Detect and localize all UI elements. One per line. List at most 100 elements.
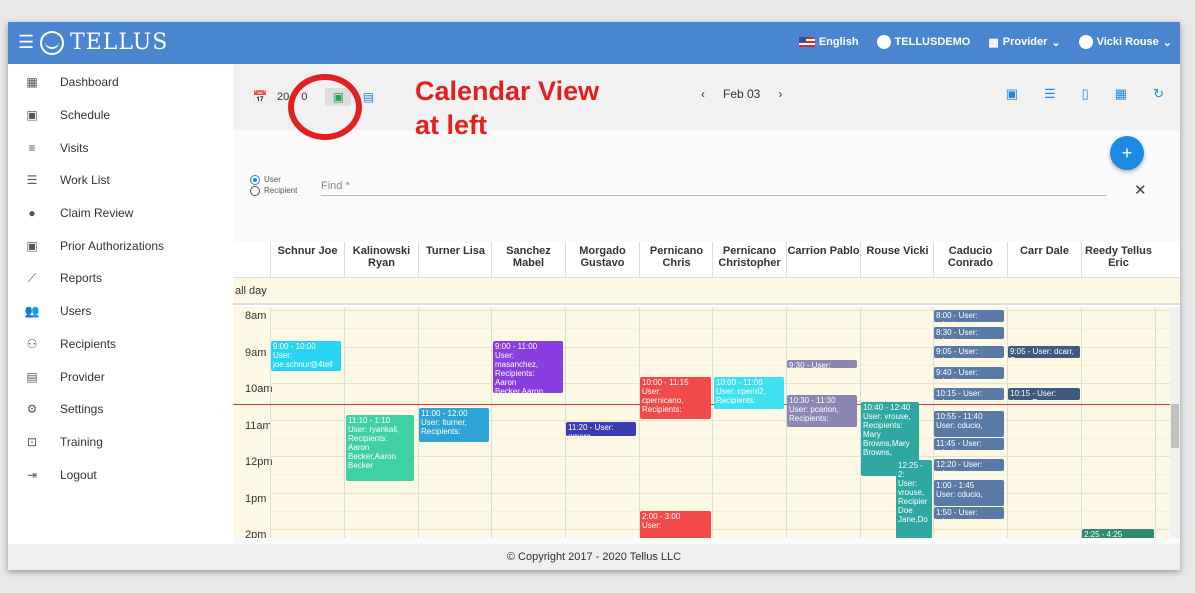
column-divider (344, 307, 345, 538)
all-day-row[interactable]: all day (233, 277, 1180, 305)
sidebar-item-schedule[interactable]: ▣ Schedule (8, 99, 233, 132)
dashboard-icon: ▦ (26, 75, 38, 90)
calendar-event[interactable]: 9:40 - User: cducio, (934, 367, 1004, 379)
calendar-event[interactable]: 9:00 - 10:00 User: joe.schnur@4tell (271, 341, 341, 371)
view-icons: ▣ ☰ ▯ ▦ ↻ (1006, 86, 1164, 102)
sidebar-item-label: Dashboard (60, 75, 119, 90)
calendar-grid: Schnur Joe Kalinowski Ryan Turner Lisa Sanc… (233, 242, 1180, 538)
scrollbar-thumb[interactable] (1171, 404, 1179, 448)
calendar-event[interactable]: 9:30 - User: pcarion (787, 360, 857, 368)
sidebar-item-label: Claim Review (60, 206, 134, 221)
find-input[interactable]: Find * (321, 180, 1106, 196)
calendar-event[interactable]: 8:00 - User: cducio, (934, 310, 1004, 322)
calendar-event[interactable]: 10:55 - 11:40 User: cducio, (934, 411, 1004, 437)
all-day-label: all day (235, 285, 267, 297)
column-divider (1007, 307, 1008, 538)
language-selector[interactable]: English (798, 36, 859, 48)
day-view-icon[interactable]: ▣ (1006, 86, 1018, 102)
month-view-icon[interactable]: ▦ (1115, 86, 1127, 102)
calendar-event[interactable]: 11:10 - 1:10 User: ryankali, Recipients:… (346, 415, 414, 481)
sidebar-item-users[interactable]: 👥 Users (8, 295, 233, 328)
calendar-event[interactable]: 9:05 - User: dcarr, Re (1008, 346, 1080, 358)
calendar-event[interactable]: 10:00 - 11:00 User: cpernl2, Recipients: (714, 377, 784, 409)
sidebar-item-training[interactable]: ⊡ Training (8, 426, 233, 459)
sidebar-item-work-list[interactable]: ☰ Work List (8, 164, 233, 197)
sidebar-item-claim-review[interactable]: ● Claim Review (8, 197, 233, 230)
trend-icon: ⟋ (27, 270, 37, 285)
sidebar-item-reports[interactable]: ⟋ Reports (8, 262, 233, 295)
calendar-event[interactable]: 1:50 - User: cducio, (934, 507, 1004, 519)
column-header: Turner Lisa (418, 242, 492, 277)
calendar-event[interactable]: 8:30 - User: cducio, (934, 327, 1004, 339)
agency-selector[interactable]: TELLUSDEMO (876, 35, 971, 49)
calendar-scrollbar[interactable] (1170, 307, 1180, 538)
hour-label: 8am (245, 310, 267, 322)
sidebar-item-provider[interactable]: ▤ Provider (8, 360, 233, 393)
brand-logo[interactable]: TELLUS (40, 30, 168, 55)
hour-label: 9am (245, 346, 267, 359)
refresh-icon[interactable]: ↻ (1153, 86, 1164, 102)
sidebar-item-label: Schedule (60, 108, 111, 123)
radio-user[interactable]: User (250, 174, 297, 185)
calendar-event[interactable]: 9:00 - 11:00 User: masanchez, Recipients… (493, 341, 563, 393)
role-selector[interactable]: ▦ Provider ⌄ (988, 36, 1060, 49)
agency-label: TELLUSDEMO (894, 36, 971, 48)
role-label: Provider (1002, 36, 1048, 48)
calendar-event[interactable]: 10:00 - 11:15 User: cpernicano, Recipien… (640, 377, 711, 419)
radio-user-control[interactable] (250, 174, 260, 185)
hour-label: 10am (245, 383, 273, 395)
calendar-event[interactable]: 11:45 - User: cducio (934, 438, 1004, 450)
column-header: Pernicano Chris (639, 242, 713, 277)
calendar-event[interactable]: 1:00 - 1:45 User: cducio, (934, 480, 1004, 506)
calendar-event[interactable]: 12:20 - User: cducio (934, 459, 1004, 471)
time-grid[interactable]: 8am 9am 10am 11am 12pm 1pm 2pm 9:00 - 10:00 Use… (233, 307, 1170, 538)
calendar-event[interactable]: 2:00 - 3:00 User: (640, 511, 711, 538)
sidebar-item-label: Recipients (60, 336, 117, 351)
logout-icon: ⇥ (26, 467, 38, 482)
search-type-radios: User Recipient (250, 174, 297, 196)
top-nav: English TELLUSDEMO ▦ Provider ⌄ Vicki Ro… (798, 35, 1172, 49)
prev-button[interactable]: ‹ (701, 87, 705, 101)
hour-label: 12pm (245, 456, 273, 468)
sidebar-item-prior-authorizations[interactable]: ▣ Prior Authorizations (8, 229, 233, 262)
account-icon (1078, 35, 1093, 49)
agency-icon (876, 35, 891, 49)
annotation-text-2: at left (415, 110, 488, 140)
clear-search-icon[interactable]: ✕ (1134, 181, 1147, 199)
sidebar-item-label: Logout (60, 467, 97, 482)
hour-label: 11am (245, 419, 272, 432)
annotation-text: Calendar View (415, 76, 600, 106)
half-hour-gridline (270, 510, 1170, 512)
calendar-event[interactable]: 10:15 - User: dcarr, R (1008, 388, 1080, 400)
next-button[interactable]: › (778, 87, 782, 101)
sidebar-item-label: Training (60, 434, 103, 449)
radio-recipient-label: Recipient (264, 186, 298, 195)
sidebar-item-label: Reports (60, 271, 103, 286)
calendar-event[interactable]: 2:25 - 4:25 (1082, 529, 1154, 538)
sidebar-item-logout[interactable]: ⇥ Logout (8, 458, 233, 491)
radio-recipient[interactable]: Recipient (250, 185, 297, 196)
add-button[interactable]: + (1110, 136, 1144, 170)
sidebar-item-visits[interactable]: ≡ Visits (8, 131, 233, 164)
agenda-view-icon[interactable]: ☰ (1044, 86, 1056, 102)
calendar-event[interactable]: 10:30 - 11:30 User: pcarion, Recipients: (787, 395, 857, 427)
week-view-icon[interactable]: ▯ (1082, 86, 1089, 102)
radio-recipient-control[interactable] (250, 185, 260, 196)
user-menu[interactable]: Vicki Rouse ⌄ (1078, 35, 1172, 49)
column-header: Rouse Vicki (860, 242, 934, 277)
footer: © Copyright 2017 - 2020 Tellus LLC (8, 544, 1180, 570)
sidebar-item-recipients[interactable]: ⚇ Recipients (8, 328, 233, 361)
calendar-event[interactable]: 10:15 - User: cducio (934, 388, 1004, 400)
calendar-icon: 📅 (252, 90, 268, 104)
sidebar-item-label: Prior Authorizations (60, 238, 165, 253)
sidebar-item-settings[interactable]: ⚙ Settings (8, 393, 233, 426)
calendar-event[interactable]: 9:05 - User: cducio, (934, 346, 1004, 358)
calendar-event[interactable]: 12:25 - 2: User: vrouse, Recipier Doe Ja… (896, 460, 932, 538)
language-label: English (818, 36, 859, 48)
sidebar-item-dashboard[interactable]: ▦ Dashboard (8, 66, 233, 99)
menu-icon[interactable]: ☰ (18, 32, 34, 53)
calendar-event[interactable]: 11:00 - 12:00 User: lturner, Recipients: (419, 408, 489, 442)
calendar-event[interactable]: 11:20 - User: gmorg (566, 422, 636, 436)
training-icon: ⊡ (26, 434, 38, 449)
current-date[interactable]: Feb 03 (723, 87, 760, 101)
